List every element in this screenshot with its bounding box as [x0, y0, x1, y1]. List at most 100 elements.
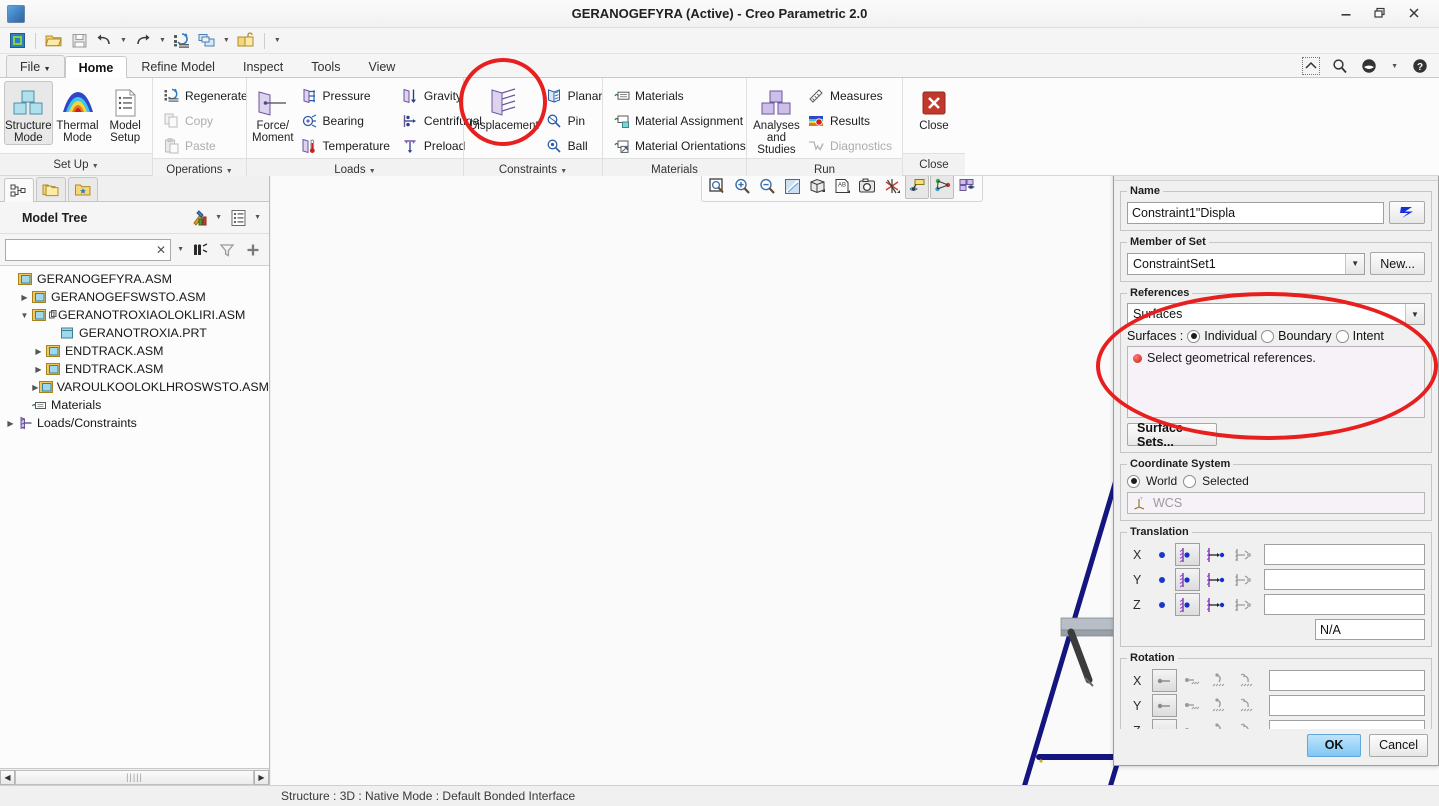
thermal-mode-button[interactable]: Thermal Mode [55, 81, 101, 145]
regenerate-button[interactable]: Regenerate [157, 83, 254, 108]
redo-dropdown-caret[interactable]: ▼ [157, 37, 168, 44]
tree-item[interactable]: ▶ GERANOGEFSWSTO.ASM [0, 288, 269, 306]
ok-button[interactable]: OK [1307, 733, 1362, 757]
translation-y-prescribed-button[interactable] [1203, 568, 1228, 591]
translation-y-fixed-button[interactable] [1175, 568, 1200, 591]
translation-z-fixed-button[interactable] [1175, 593, 1200, 616]
tree-tools-icon[interactable] [188, 207, 210, 229]
paste-button[interactable]: Paste [157, 133, 254, 158]
references-type-select[interactable]: Surfaces ▼ [1127, 303, 1425, 325]
translation-y-function-button[interactable] [1231, 568, 1256, 591]
restore-button[interactable] [1373, 6, 1389, 22]
pin-button[interactable]: Pin [540, 108, 609, 133]
graphics-window[interactable]: AB Name Constraint1"Displa Member of Set… [271, 176, 1439, 785]
rotation-x-fixed-button[interactable] [1180, 669, 1205, 692]
open-folder-icon[interactable] [43, 30, 65, 52]
translation-x-function-button[interactable] [1231, 543, 1256, 566]
scroll-thumb[interactable]: ||||| [15, 769, 254, 785]
diagnostics-button[interactable]: Diagnostics [802, 133, 898, 158]
chevron-down-icon[interactable]: ▼ [1345, 253, 1365, 274]
folder-browser-tab[interactable] [36, 177, 66, 201]
add-icon[interactable] [242, 239, 264, 261]
surface-sets-button[interactable]: Surface Sets... [1127, 421, 1217, 449]
references-listbox[interactable]: Select geometrical references. [1127, 346, 1425, 418]
constraint-set-select[interactable]: ConstraintSet1 ▼ [1127, 252, 1366, 275]
translation-y-free-button[interactable] [1152, 576, 1172, 583]
customize-qat-caret[interactable]: ▼ [272, 37, 283, 44]
tab-refine-model[interactable]: Refine Model [127, 55, 229, 77]
rotation-y-prescribed-button[interactable] [1208, 694, 1233, 717]
save-icon[interactable] [68, 30, 90, 52]
help-center-icon[interactable] [1360, 57, 1378, 75]
displacement-button[interactable]: Displacement [468, 81, 540, 133]
constraint-name-input[interactable]: Constraint1"Displa [1127, 201, 1384, 224]
dialog-close-icon[interactable]: ✕ [1420, 176, 1431, 179]
tree-item[interactable]: GERANOTROXIA.PRT [0, 324, 269, 342]
radio-world[interactable] [1127, 474, 1140, 488]
cancel-button[interactable]: Cancel [1369, 733, 1428, 757]
rotation-y-free-button[interactable] [1152, 694, 1177, 717]
flip-constraint-icon[interactable] [1389, 201, 1425, 224]
structure-mode-button[interactable]: Structure Mode [4, 81, 53, 145]
model-tree-horizontal-scrollbar[interactable]: ◀ ||||| ▶ [0, 768, 269, 785]
chevron-right-icon[interactable]: ▶ [32, 383, 39, 392]
find-icon[interactable] [190, 239, 212, 261]
tab-home[interactable]: Home [64, 56, 128, 78]
chevron-right-icon[interactable]: ▶ [32, 365, 45, 374]
rotation-z-prescribed-button[interactable] [1208, 719, 1233, 729]
radio-boundary[interactable] [1261, 329, 1275, 343]
materials-button[interactable]: Materials [607, 83, 752, 108]
window-dropdown-caret[interactable]: ▼ [221, 37, 232, 44]
rotation-x-prescribed-button[interactable] [1208, 669, 1233, 692]
model-tree-tab[interactable] [4, 178, 34, 202]
ball-button[interactable]: Ball [540, 133, 609, 158]
rotation-x-free-button[interactable] [1152, 669, 1177, 692]
translation-x-input[interactable] [1264, 544, 1425, 565]
undo-dropdown-caret[interactable]: ▼ [118, 37, 129, 44]
chevron-right-icon[interactable]: ▶ [18, 293, 31, 302]
tree-item[interactable]: ▶ VAROULKOOLOKLHROSWSTO.ASM [0, 378, 269, 396]
rotation-y-input[interactable] [1269, 695, 1425, 716]
new-set-button[interactable]: New... [1370, 252, 1425, 275]
open-model-icon[interactable] [235, 30, 257, 52]
tree-item[interactable]: ▼ GERANOTROXIAOLOKLIRI.ASM [0, 306, 269, 324]
temperature-button[interactable]: Temperature [295, 133, 396, 158]
scroll-left-button[interactable]: ◀ [0, 769, 15, 785]
new-window-icon[interactable] [6, 30, 28, 52]
tree-item[interactable]: GERANOGEFYRA.ASM [0, 270, 269, 288]
filter-icon[interactable] [216, 239, 238, 261]
rotation-y-function-button[interactable] [1236, 694, 1261, 717]
translation-z-free-button[interactable] [1152, 601, 1172, 608]
chevron-right-icon[interactable]: ▶ [32, 347, 45, 356]
tab-view[interactable]: View [354, 55, 409, 77]
translation-x-fixed-button[interactable] [1175, 543, 1200, 566]
minimize-ribbon-icon[interactable] [1302, 57, 1321, 75]
rotation-z-function-button[interactable] [1236, 719, 1261, 729]
translation-z-function-button[interactable] [1231, 593, 1256, 616]
clear-search-icon[interactable]: ✕ [156, 243, 166, 257]
translation-x-free-button[interactable] [1152, 551, 1172, 558]
help-dropdown-caret[interactable]: ▼ [1389, 63, 1400, 70]
wcs-field[interactable]: Y WCS [1127, 492, 1425, 514]
scroll-right-button[interactable]: ▶ [254, 769, 269, 785]
force-moment-button[interactable]: Force/Moment [251, 81, 295, 145]
translation-z-prescribed-button[interactable] [1203, 593, 1228, 616]
radio-intent[interactable] [1335, 329, 1349, 343]
bearing-button[interactable]: Bearing [295, 108, 396, 133]
analyses-and-studies-button[interactable]: Analyses and Studies [751, 81, 802, 157]
tree-item[interactable]: ▶ Loads/Constraints [0, 414, 269, 432]
tab-tools[interactable]: Tools [297, 55, 354, 77]
translation-x-prescribed-button[interactable] [1203, 543, 1228, 566]
search-dropdown-caret[interactable]: ▼ [175, 246, 186, 253]
tree-item[interactable]: ▶ ENDTRACK.ASM [0, 360, 269, 378]
chevron-down-icon-2[interactable]: ▼ [1405, 304, 1424, 324]
chevron-down-icon[interactable]: ▼ [18, 311, 31, 320]
close-study-button[interactable]: Close [909, 81, 959, 133]
close-button[interactable] [1407, 6, 1423, 22]
tab-inspect[interactable]: Inspect [229, 55, 297, 77]
copy-button[interactable]: Copy [157, 108, 254, 133]
rotation-z-free-button[interactable] [1152, 719, 1177, 729]
pressure-button[interactable]: Pressure [295, 83, 396, 108]
rotation-x-input[interactable] [1269, 670, 1425, 691]
chevron-right-icon[interactable]: ▶ [4, 419, 17, 428]
